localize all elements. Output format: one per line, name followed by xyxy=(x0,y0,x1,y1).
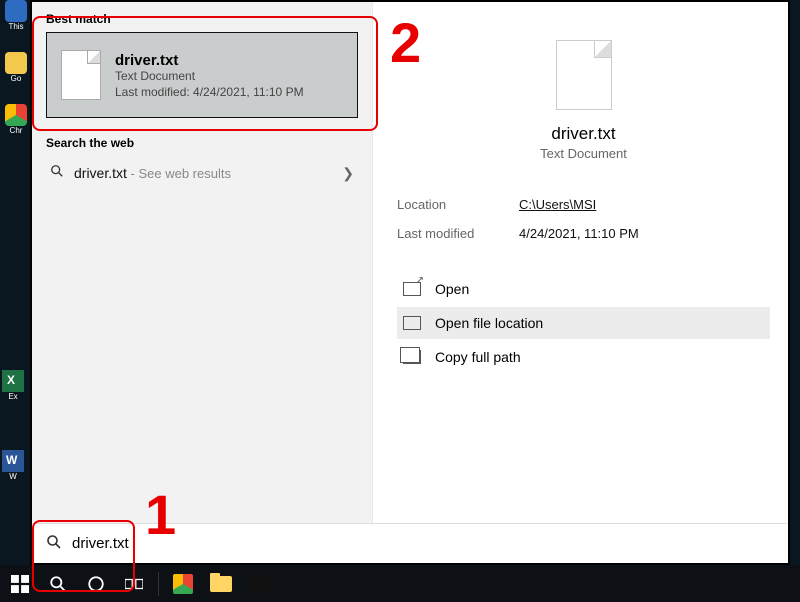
folder-icon xyxy=(403,316,421,330)
annotation-box-2 xyxy=(32,16,378,131)
desktop-icon-google[interactable]: Go xyxy=(2,52,30,100)
desktop-icon-excel[interactable]: Ex xyxy=(2,370,24,401)
meta-location-value[interactable]: C:\Users\MSI xyxy=(519,197,596,212)
web-term: driver.txt xyxy=(74,165,127,181)
meta-modified-value: 4/24/2021, 11:10 PM xyxy=(519,226,639,241)
taskbar-chrome[interactable] xyxy=(165,568,201,600)
desktop-icon-thispc[interactable]: This xyxy=(2,0,30,48)
annotation-number-2: 2 xyxy=(390,10,421,75)
search-input[interactable] xyxy=(72,535,774,552)
preview-column: driver.txt Text Document Location C:\Use… xyxy=(373,2,788,523)
preview-name: driver.txt xyxy=(397,124,770,144)
chevron-right-icon: ❯ xyxy=(342,165,354,182)
desktop-icon-chrome[interactable]: Chr xyxy=(2,104,30,152)
action-open-location[interactable]: Open file location xyxy=(397,307,770,339)
preview-file-icon xyxy=(556,40,612,110)
taskbar-cmd[interactable] xyxy=(241,568,277,600)
meta-location-label: Location xyxy=(397,197,487,212)
action-copy-path-label: Copy full path xyxy=(435,349,521,365)
open-icon xyxy=(403,282,421,296)
taskbar-separator xyxy=(158,572,159,596)
web-search-row[interactable]: driver.txt - See web results ❯ xyxy=(46,156,358,191)
action-open-label: Open xyxy=(435,281,469,297)
desktop-icons: This Go Chr xyxy=(2,0,32,156)
copy-icon xyxy=(403,350,421,364)
desktop-icon-word[interactable]: W xyxy=(2,450,24,481)
preview-type: Text Document xyxy=(397,146,770,161)
action-open[interactable]: Open xyxy=(397,273,770,305)
web-hint: - See web results xyxy=(127,166,231,181)
search-icon xyxy=(50,164,64,183)
meta-modified-label: Last modified xyxy=(397,226,487,241)
annotation-number-1: 1 xyxy=(145,482,176,547)
web-section-label: Search the web xyxy=(46,136,358,150)
action-open-location-label: Open file location xyxy=(435,315,543,331)
taskbar-explorer[interactable] xyxy=(203,568,239,600)
action-copy-path[interactable]: Copy full path xyxy=(397,341,770,373)
annotation-box-1 xyxy=(32,520,135,592)
